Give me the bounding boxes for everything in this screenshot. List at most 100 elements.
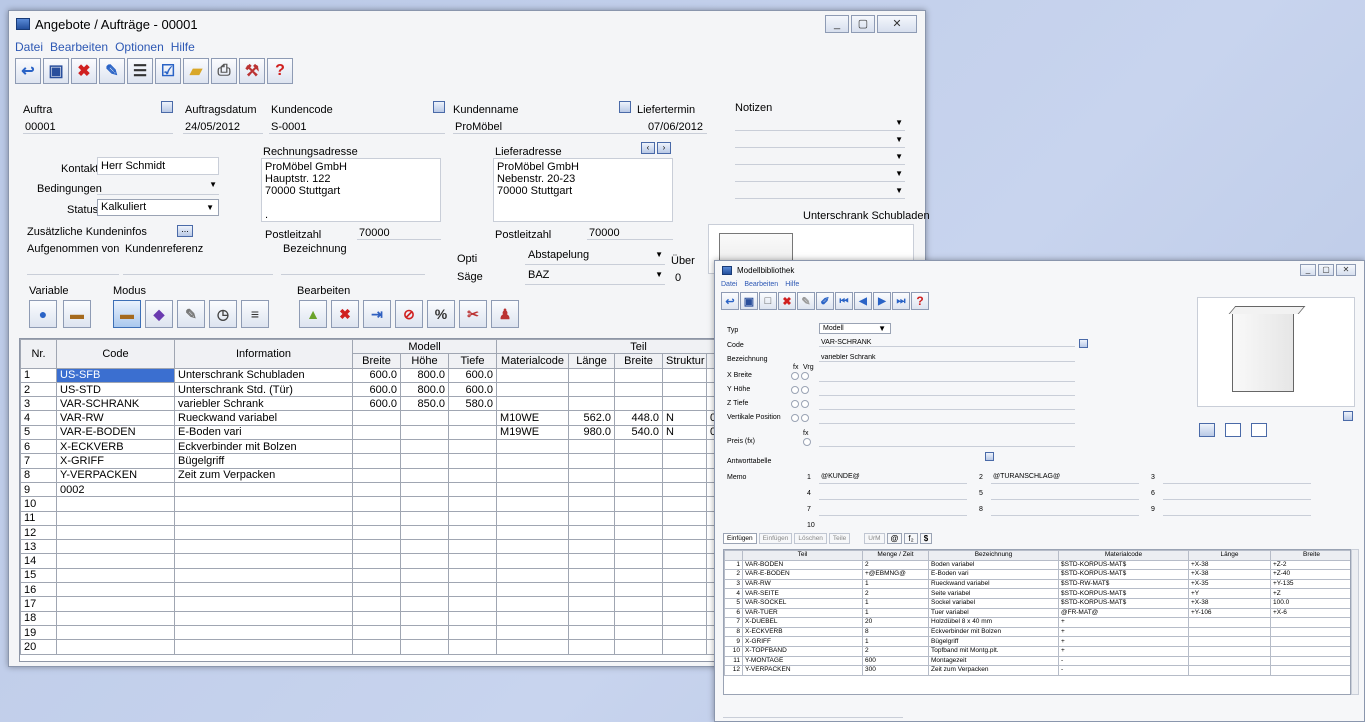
cell-teil-breite[interactable] [614, 553, 664, 569]
next-address-button[interactable]: › [657, 142, 671, 154]
parts-cell[interactable]: 5 [724, 597, 743, 609]
cell-laenge[interactable]: 980.0 [568, 424, 616, 441]
parts-cell[interactable]: +X-38 [1188, 559, 1271, 571]
parts-scrollbar[interactable] [1351, 549, 1359, 695]
parts-cell[interactable]: 600 [862, 655, 929, 667]
cell-code[interactable] [56, 596, 175, 612]
table-row[interactable]: 7 X-GRIFF Bügelgriff [20, 453, 724, 469]
cell-struktur[interactable] [662, 524, 708, 541]
parts-row[interactable]: 1 VAR-BODEN 2 Boden variabel $STD-KORPUS-MAT… [724, 559, 1350, 571]
notizen-dropdown-3[interactable] [735, 151, 905, 165]
parts-cell[interactable] [1270, 665, 1350, 676]
cell-hoehe[interactable] [400, 553, 449, 569]
parts-cell[interactable]: $STD-KORPUS-MAT$ [1058, 569, 1189, 580]
cell-struktur[interactable] [662, 510, 708, 526]
preview-expand-icon[interactable] [1343, 411, 1353, 421]
model-edit-icon[interactable]: ✎ [797, 292, 815, 310]
pencil-icon[interactable]: ✎ [177, 300, 205, 328]
cell-breite[interactable] [352, 496, 401, 512]
auftra-lookup-icon[interactable] [161, 101, 173, 113]
parts-cell[interactable]: 11 [724, 655, 743, 667]
at-icon[interactable]: @ [886, 533, 903, 544]
parts-cell[interactable]: $STD-RW-MAT$ [1058, 578, 1189, 590]
cell-struktur[interactable]: N [662, 410, 708, 426]
saege-dropdown[interactable]: BAZ [525, 269, 665, 285]
view-front-icon[interactable] [1199, 423, 1215, 437]
prev-address-button[interactable]: ‹ [641, 142, 655, 154]
parts-col-2[interactable]: Menge / Zeit [862, 550, 929, 561]
cell-teil-breite[interactable] [614, 596, 664, 612]
cell-teil-breite[interactable] [614, 381, 664, 398]
cell-hoehe[interactable] [400, 610, 449, 626]
memo-field[interactable]: @TURANSCHLAG@ [991, 473, 1139, 484]
parts-cell[interactable]: X-TOPFBAND [742, 645, 863, 657]
cell-code[interactable] [56, 610, 175, 626]
auftra-field[interactable]: 00001 [23, 121, 173, 134]
plz-rechnung-field[interactable]: 70000 [357, 227, 441, 240]
cell-laenge[interactable] [568, 481, 616, 498]
cell-breite[interactable] [352, 567, 401, 584]
kundenreferenz-field[interactable] [123, 261, 273, 275]
cell-materialcode[interactable] [496, 596, 570, 612]
cell-information[interactable] [174, 639, 353, 655]
cell-laenge[interactable] [568, 524, 616, 541]
cell-hoehe[interactable] [400, 524, 449, 541]
xbreite-radios[interactable] [791, 372, 811, 382]
parts-cell[interactable]: - [1058, 655, 1189, 667]
parts-cell[interactable] [1188, 645, 1271, 657]
cell-code[interactable] [56, 539, 175, 555]
cell-tiefe[interactable] [447, 453, 498, 469]
cell-tiefe[interactable] [447, 467, 498, 483]
cell-code[interactable] [56, 639, 175, 655]
model-exit-icon[interactable]: ↩ [721, 292, 739, 310]
table-row[interactable]: 16 [20, 582, 724, 598]
parts-cell[interactable]: 1 [724, 559, 743, 571]
cell-materialcode[interactable] [496, 496, 570, 512]
parts-cell[interactable]: Rueckwand variabel [928, 578, 1059, 590]
cell-laenge[interactable] [568, 567, 616, 584]
cell-code[interactable] [56, 524, 175, 541]
cell-struktur[interactable] [662, 381, 708, 398]
cell-teil-breite[interactable] [614, 467, 664, 483]
parts-cell[interactable]: +X-6 [1270, 607, 1350, 619]
cell-struktur[interactable] [662, 453, 708, 469]
parts-row[interactable]: 10 X-TOPFBAND 2 Topfband mit Montg.plt. + [724, 645, 1350, 657]
cell-information[interactable] [174, 596, 353, 612]
cell-hoehe[interactable] [400, 410, 449, 426]
help-icon[interactable]: ? [267, 58, 293, 84]
cell-breite[interactable]: 600.0 [352, 381, 401, 398]
cell-materialcode[interactable] [496, 567, 570, 584]
cell-nr[interactable]: 10 [20, 496, 57, 512]
model-close-button[interactable]: ✕ [1336, 264, 1356, 276]
tools-icon[interactable]: ⚒ [239, 58, 265, 84]
model-menu-datei[interactable]: Datei [721, 281, 737, 288]
cell-information[interactable]: Unterschrank Schubladen [174, 367, 353, 383]
cell-code[interactable]: X-GRIFF [56, 453, 175, 469]
cell-hoehe[interactable] [400, 596, 449, 612]
cell-teil-breite[interactable] [614, 439, 664, 455]
edit-icon[interactable]: ✎ [99, 58, 125, 84]
parts-row[interactable]: 6 VAR-TUER 1 Tuer variabel @FR-MAT@ +Y-106 +X-… [724, 607, 1350, 619]
parts-cell[interactable]: Zeit zum Verpacken [928, 665, 1059, 676]
table-row[interactable]: 14 [20, 553, 724, 569]
cell-materialcode[interactable] [496, 453, 570, 469]
xbreite-field[interactable] [819, 371, 1075, 382]
cell-information[interactable]: Unterschrank Std. (Tür) [174, 381, 353, 398]
parts-cell[interactable]: +Y-106 [1188, 607, 1271, 619]
cell-hoehe[interactable] [400, 510, 449, 526]
cell-breite[interactable] [352, 553, 401, 569]
parts-cell[interactable]: Topfband mit Montg.plt. [928, 645, 1059, 657]
cell-hoehe[interactable] [400, 539, 449, 555]
cell-laenge[interactable] [568, 381, 616, 398]
code-lookup-icon[interactable] [1079, 339, 1088, 348]
table-row[interactable]: 17 [20, 596, 724, 612]
parts-cell[interactable]: 2 [862, 588, 929, 599]
parts-cell[interactable]: $STD-KORPUS-MAT$ [1058, 588, 1189, 599]
parts-cell[interactable]: Boden variabel [928, 559, 1059, 571]
cell-laenge[interactable] [568, 610, 616, 626]
cell-struktur[interactable] [662, 582, 708, 598]
table-row[interactable]: 6 X-ECKVERB Eckverbinder mit Bolzen [20, 439, 724, 455]
yhoehe-field[interactable] [819, 385, 1075, 396]
col-information[interactable]: Information [174, 339, 353, 369]
cell-tiefe[interactable] [447, 539, 498, 555]
